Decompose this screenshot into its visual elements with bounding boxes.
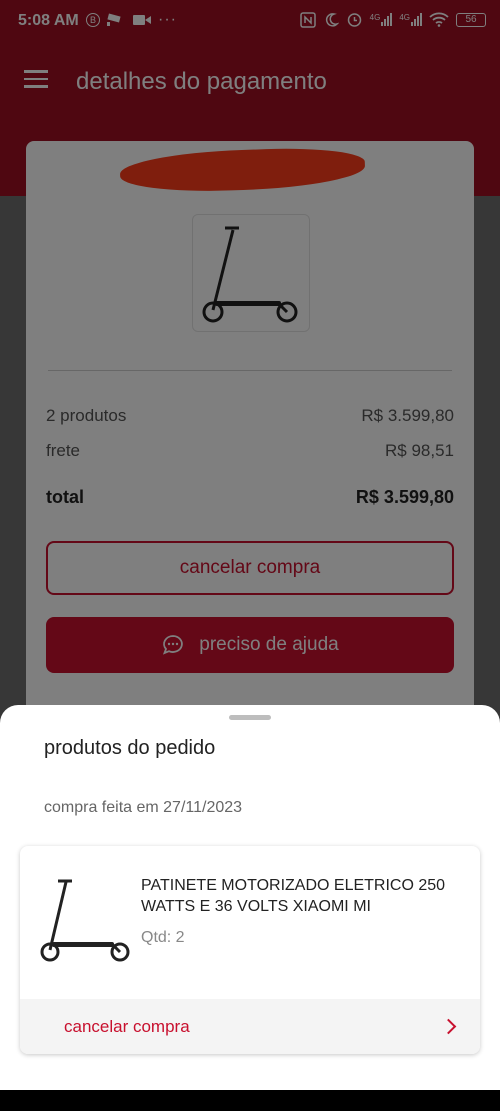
order-products-sheet: produtos do pedido compra feita em 27/11…	[0, 705, 500, 1090]
chevron-right-icon	[440, 1018, 457, 1035]
item-cancel-row[interactable]: cancelar compra	[20, 999, 480, 1054]
item-cancel-label: cancelar compra	[64, 1016, 190, 1036]
order-item-card: PATINETE MOTORIZADO ELETRICO 250 WATTS E…	[20, 846, 480, 1054]
item-quantity: Qtd: 2	[141, 929, 185, 946]
system-nav-bar	[0, 1090, 500, 1111]
order-date: compra feita em 27/11/2023	[44, 799, 243, 816]
sheet-title: produtos do pedido	[44, 737, 216, 759]
scooter-icon	[40, 879, 130, 962]
item-image[interactable]	[36, 876, 140, 968]
item-name: PATINETE MOTORIZADO ELETRICO 250 WATTS E…	[141, 877, 446, 915]
sheet-drag-handle[interactable]	[229, 715, 271, 720]
